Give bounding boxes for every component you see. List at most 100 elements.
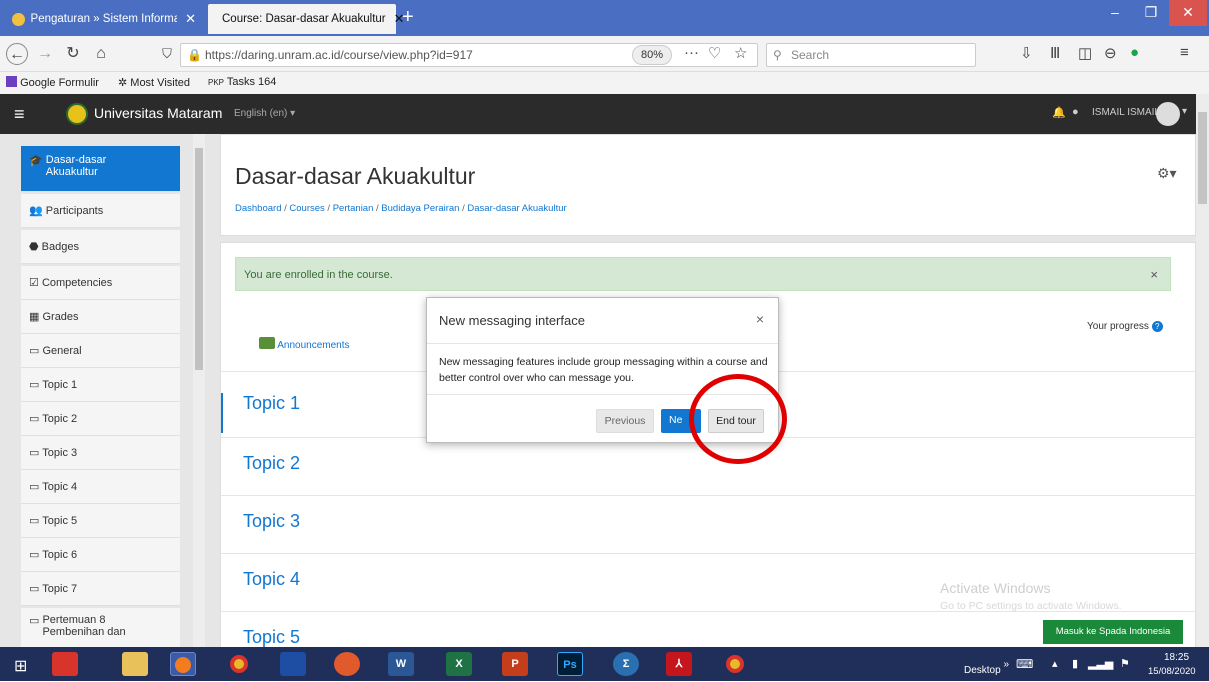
tab-pengaturan[interactable]: Pengaturan » Sistem Informasi ✕: [4, 4, 204, 34]
topic-4-heading[interactable]: Topic 4: [243, 569, 300, 590]
alert-close-icon[interactable]: ×: [1150, 267, 1158, 282]
new-tab-button[interactable]: +: [402, 6, 414, 29]
drawer-item-grades[interactable]: ▦ Grades: [21, 300, 180, 334]
clock[interactable]: 18:25: [1164, 652, 1189, 663]
topic-2-heading[interactable]: Topic 2: [243, 453, 300, 474]
library-icon[interactable]: Ⅲ: [1050, 44, 1060, 62]
keyboard-icon[interactable]: ⌨: [1016, 657, 1033, 671]
reload-icon[interactable]: ↻: [62, 43, 84, 65]
photoshop-icon[interactable]: Ps: [557, 652, 583, 676]
zoom-level[interactable]: 80%: [632, 45, 673, 65]
drawer-toggle-icon[interactable]: ≡: [14, 104, 25, 125]
drawer-item-competencies[interactable]: ☑ Competencies: [21, 266, 180, 300]
extension-icon[interactable]: ●: [1130, 44, 1139, 61]
sidebar-icon[interactable]: ◫: [1078, 44, 1092, 62]
search-input[interactable]: ⚲ Search: [766, 43, 976, 67]
bookmark-star-icon[interactable]: ☆: [734, 44, 747, 62]
alert-text: You are enrolled in the course.: [244, 269, 393, 281]
notifications-icon[interactable]: 🔔: [1052, 106, 1066, 119]
drawer-item-general[interactable]: ▭ General: [21, 334, 180, 368]
windows-start-icon[interactable]: ⊞: [14, 656, 27, 676]
downloads-icon[interactable]: ⇩: [1020, 44, 1033, 62]
paint-icon[interactable]: [334, 652, 360, 676]
breadcrumb-link[interactable]: Budidaya Perairan: [381, 203, 459, 214]
back-icon[interactable]: ←: [6, 43, 28, 65]
dialog-close-icon[interactable]: ×: [756, 311, 764, 327]
breadcrumb-link[interactable]: Dasar-dasar Akuakultur: [467, 203, 566, 214]
drawer-scrollbar-thumb[interactable]: [195, 148, 203, 370]
drawer-item-label: Participants: [45, 205, 104, 217]
site-name[interactable]: Universitas Mataram: [94, 105, 222, 121]
file-explorer-icon[interactable]: [122, 652, 148, 676]
taskbar-app-icon[interactable]: [52, 652, 78, 676]
annotation-highlight-circle: [689, 374, 787, 464]
acrobat-icon[interactable]: ⅄: [666, 652, 692, 676]
excel-icon[interactable]: X: [446, 652, 472, 676]
tab-close-icon[interactable]: ✕: [185, 11, 196, 27]
shield-icon[interactable]: ⛉: [156, 43, 178, 65]
breadcrumb-link[interactable]: Pertanian: [333, 203, 374, 214]
signal-icon[interactable]: ▂▃▅: [1088, 657, 1113, 670]
course-settings-gear-icon[interactable]: ⚙▾: [1157, 165, 1177, 182]
menu-icon[interactable]: ≡: [1180, 44, 1189, 61]
drawer-item-topic-2[interactable]: ▭ Topic 2: [21, 402, 180, 436]
bookmark-most-visited[interactable]: ✲ Most Visited: [118, 76, 190, 89]
folder-icon: ▭: [29, 481, 40, 493]
flag-icon[interactable]: ⚑: [1120, 657, 1130, 670]
battery-icon[interactable]: ▮: [1072, 657, 1078, 670]
topic-3-heading[interactable]: Topic 3: [243, 511, 300, 532]
drawer-item-label: Topic 7: [42, 583, 78, 595]
account-icon[interactable]: ⊖: [1104, 44, 1117, 62]
drawer-item-participants[interactable]: 👥 Participants: [21, 194, 180, 228]
breadcrumb-link[interactable]: Dashboard: [235, 203, 281, 214]
browser-tab-bar: Pengaturan » Sistem Informasi ✕ Course: …: [0, 0, 1209, 36]
drawer-item-course[interactable]: 🎓 Dasar-dasar Akuakultur: [21, 146, 180, 192]
folder-icon: ▭: [29, 583, 40, 595]
tab-course[interactable]: Course: Dasar-dasar Akuakultur ✕: [208, 4, 405, 34]
chrome-icon[interactable]: [722, 652, 748, 676]
page-scrollbar-thumb[interactable]: [1198, 112, 1207, 204]
page-actions-icon[interactable]: ···: [684, 44, 699, 61]
previous-button[interactable]: Previous: [596, 409, 654, 433]
drawer-item-topic-6[interactable]: ▭ Topic 6: [21, 538, 180, 572]
language-menu[interactable]: English (en) ▾: [234, 108, 295, 119]
help-icon[interactable]: ?: [1151, 321, 1163, 332]
windows-taskbar: ⊞ W X P Ps Σ ⅄ Desktop » ⌨ ▴ ▮ ▂▃▅ ⚑ 18:…: [0, 647, 1209, 681]
word-icon[interactable]: W: [388, 652, 414, 676]
messages-icon[interactable]: ●: [1072, 106, 1079, 118]
user-name[interactable]: ISMAIL ISMAIL: [1092, 107, 1160, 118]
home-icon[interactable]: ⌂: [90, 43, 112, 65]
avatar[interactable]: [1156, 102, 1180, 126]
spada-button[interactable]: Masuk ke Spada Indonesia: [1043, 620, 1183, 644]
forward-icon[interactable]: →: [34, 43, 56, 65]
bookmark-tasks[interactable]: PKP Tasks 164: [208, 76, 276, 88]
university-logo-icon[interactable]: [66, 103, 88, 125]
math-app-icon[interactable]: Σ: [613, 652, 639, 676]
tray-expand-icon[interactable]: ▴: [1052, 657, 1058, 670]
powerpoint-icon[interactable]: P: [502, 652, 528, 676]
drawer-item-topic-4[interactable]: ▭ Topic 4: [21, 470, 180, 504]
drawer-item-topic-1[interactable]: ▭ Topic 1: [21, 368, 180, 402]
maximize-button[interactable]: ❐: [1133, 0, 1169, 26]
drawer-item-topic-3[interactable]: ▭ Topic 3: [21, 436, 180, 470]
desktop-toolbar[interactable]: Desktop »: [964, 659, 1009, 676]
drawer-item-badges[interactable]: ⬣ Badges: [21, 230, 180, 264]
user-menu-caret-icon[interactable]: ▾: [1182, 106, 1187, 117]
minimize-button[interactable]: –: [1097, 0, 1133, 26]
firefox-icon[interactable]: [170, 652, 196, 676]
announcements-link[interactable]: Announcements: [259, 337, 350, 351]
drawer-item-topic-7[interactable]: ▭ Topic 7: [21, 572, 180, 606]
topic-5-heading[interactable]: Topic 5: [243, 627, 300, 647]
chrome-icon[interactable]: [226, 652, 252, 676]
topic-1-heading[interactable]: Topic 1: [243, 393, 300, 414]
bookmark-google-formulir[interactable]: Google Formulir: [6, 76, 99, 89]
drawer-item-topic-5[interactable]: ▭ Topic 5: [21, 504, 180, 538]
pocket-icon[interactable]: ♡: [708, 44, 721, 62]
media-player-icon[interactable]: [280, 652, 306, 676]
course-icon: 🎓: [29, 155, 43, 167]
drawer-item-pertemuan-8[interactable]: ▭ Pertemuan 8 Pembenihan dan: [21, 608, 180, 647]
window-close-button[interactable]: ✕: [1169, 0, 1207, 26]
breadcrumb-link[interactable]: Courses: [289, 203, 324, 214]
drawer-item-label: Topic 3: [42, 447, 78, 459]
folder-icon: ▭: [29, 615, 40, 627]
